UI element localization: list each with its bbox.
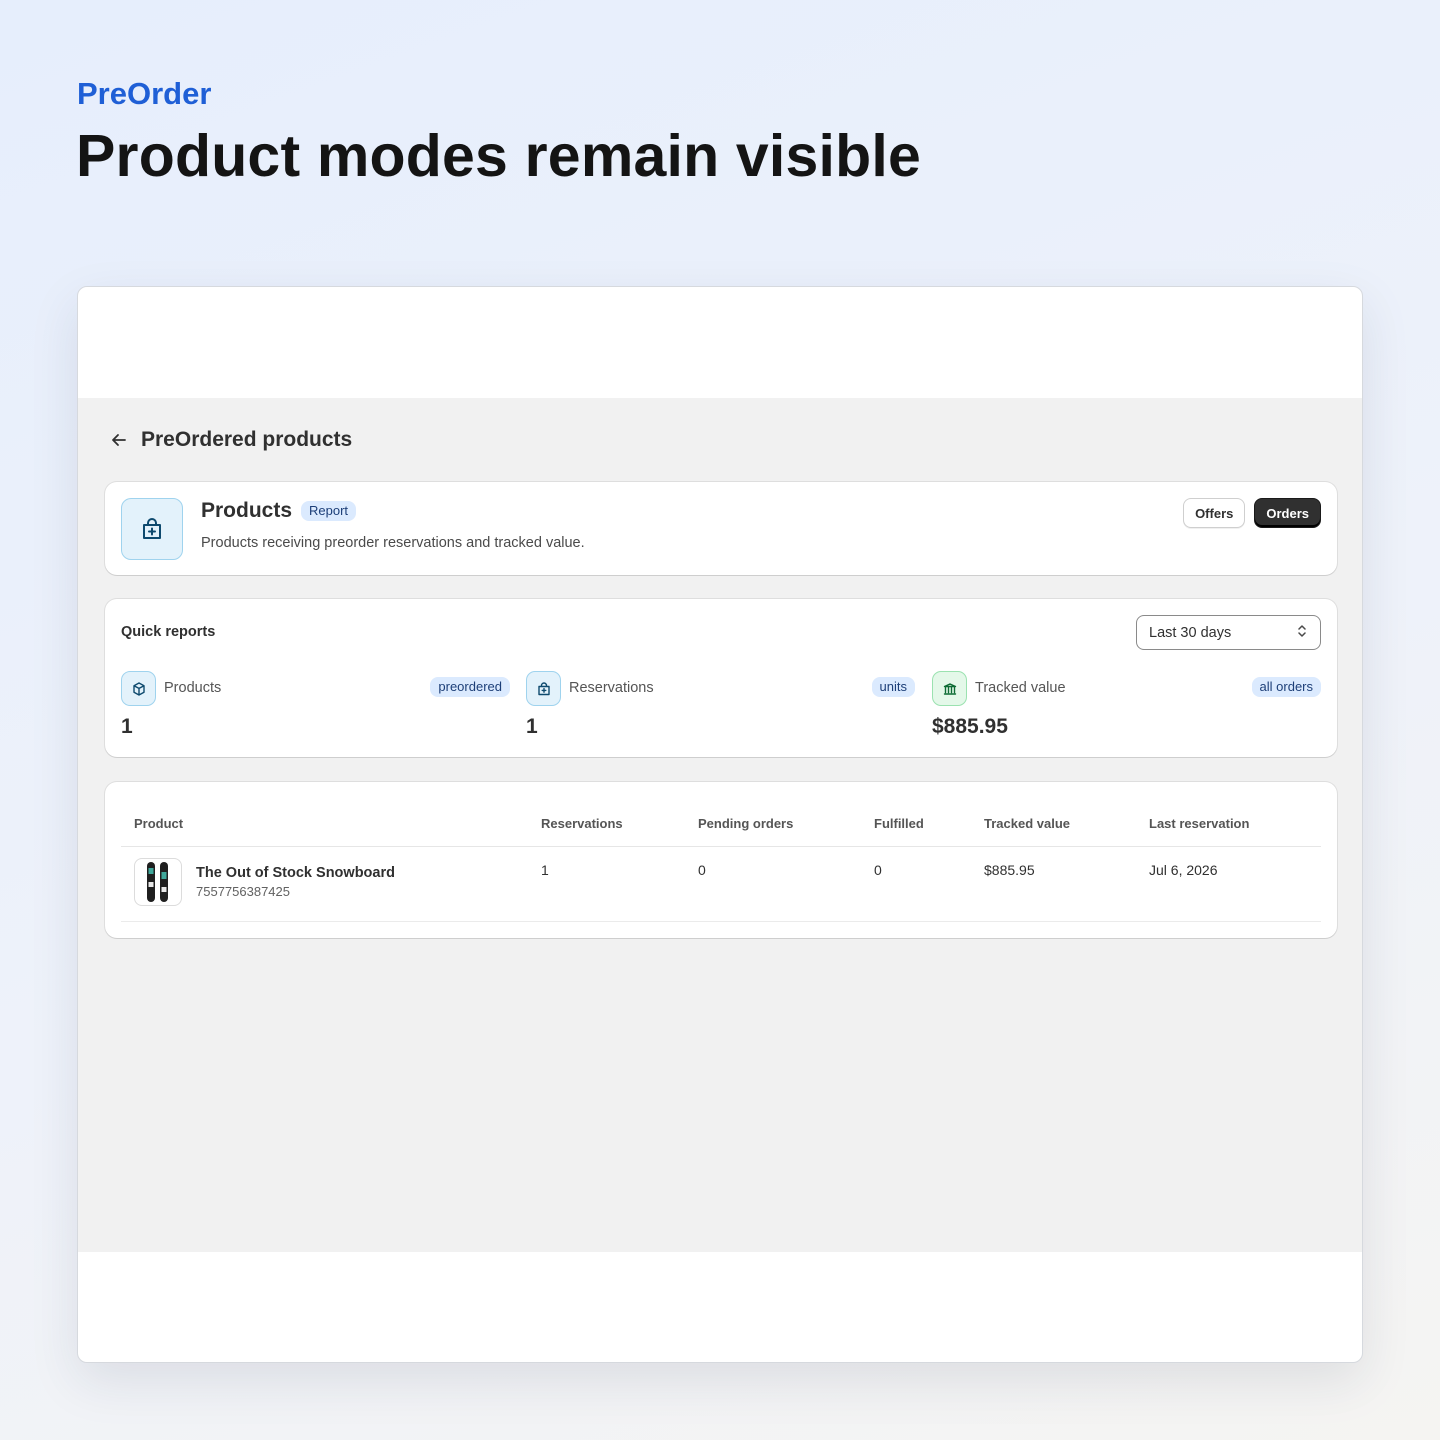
metric-badge: units [871,677,915,697]
date-range-select[interactable]: Last 30 days [1136,615,1321,650]
metric-value: 1 [526,715,538,738]
column-header[interactable]: Product [121,802,528,847]
bank-icon [932,671,967,706]
box-icon [121,671,156,706]
page-title: PreOrdered products [141,428,353,451]
bag-plus-icon [526,671,561,706]
orders-button[interactable]: Orders [1254,498,1321,528]
fulfilled-cell: 0 [861,846,971,922]
metric-badge: all orders [1251,677,1321,697]
table-header-row: Product Reservations Pending orders Fulf… [121,802,1321,847]
back-arrow-icon[interactable] [109,430,129,450]
header-title-row: Products Report [201,499,357,523]
table-row[interactable]: The Out of Stock Snowboard 7557756387425… [121,846,1321,922]
view-toggle-group: Offers Orders [1183,498,1321,528]
column-header[interactable]: Tracked value [971,802,1136,847]
report-header-card: Products Report Products receiving preor… [105,482,1337,575]
tracked-value-cell: $885.95 [971,846,1136,922]
metric-label: Products [164,680,222,696]
report-badge: Report [301,501,357,521]
product-name[interactable]: The Out of Stock Snowboard [196,865,395,881]
products-table-card: Product Reservations Pending orders Fulf… [105,782,1337,938]
headline: Product modes remain visible [76,123,921,189]
metric-products: Products preordered 1 [121,671,510,741]
metric-label: Tracked value [975,680,1066,696]
brand-label: PreOrder [77,76,212,111]
metric-value: $885.95 [932,715,1008,738]
report-description: Products receiving preorder reservations… [201,535,585,551]
metric-value: 1 [121,715,133,738]
last-reservation-cell: Jul 6, 2026 [1136,846,1321,922]
date-range-value: Last 30 days [1149,624,1232,641]
report-title: Products [201,499,293,522]
reservations-cell: 1 [528,846,685,922]
products-table: Product Reservations Pending orders Fulf… [121,802,1321,922]
column-header[interactable]: Pending orders [685,802,861,847]
bag-plus-icon [121,498,183,560]
app-window: PreOrdered products Products Report Prod… [77,286,1363,1363]
quick-reports-title: Quick reports [121,624,216,640]
metric-label: Reservations [569,680,654,696]
offers-button[interactable]: Offers [1183,498,1246,528]
quick-reports-card: Quick reports Last 30 days Products preo… [105,599,1337,757]
product-id: 7557756387425 [196,883,290,899]
metric-reservations: Reservations units 1 [526,671,915,741]
pending-orders-cell: 0 [685,846,861,922]
column-header[interactable]: Reservations [528,802,685,847]
product-cell[interactable]: The Out of Stock Snowboard 7557756387425 [134,857,528,906]
metric-badge: preordered [430,677,510,697]
select-chevron-icon [1296,623,1308,643]
column-header[interactable]: Last reservation [1136,802,1321,847]
admin-page: PreOrdered products Products Report Prod… [78,398,1362,1252]
product-thumbnail [134,857,182,906]
page-header: PreOrdered products [109,428,352,452]
metric-tracked-value: Tracked value all orders $885.95 [932,671,1321,741]
column-header[interactable]: Fulfilled [861,802,971,847]
